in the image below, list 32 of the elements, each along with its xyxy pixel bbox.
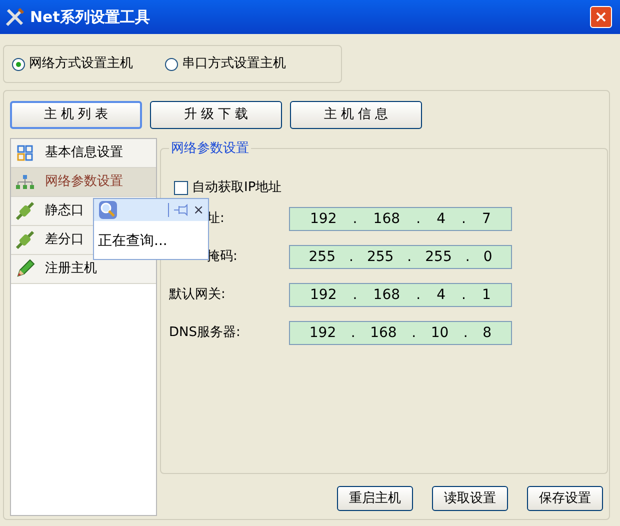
action-button[interactable]: 读取设置 bbox=[432, 486, 508, 511]
field-label: DNS服务器: bbox=[169, 324, 240, 342]
tools-icon bbox=[4, 6, 26, 28]
ip-address-field[interactable]: 192 . 168 . 4 . 7 bbox=[289, 207, 512, 231]
tab-button[interactable]: 升 级 下 载 bbox=[150, 101, 282, 129]
tab-button[interactable]: 主 机 列 表 bbox=[10, 101, 142, 129]
sidebar-item[interactable]: 基本信息设置 bbox=[11, 139, 156, 168]
tab-button[interactable]: 主 机 信 息 bbox=[290, 101, 422, 129]
pin-icon[interactable] bbox=[173, 204, 190, 216]
radio-label: 网络方式设置主机 bbox=[29, 55, 133, 74]
grid-icon bbox=[16, 144, 34, 162]
network-icon bbox=[15, 174, 35, 190]
sidebar-item[interactable]: 网络参数设置 bbox=[11, 168, 156, 197]
radio-button[interactable] bbox=[165, 58, 178, 70]
plug-icon bbox=[14, 200, 36, 222]
close-button[interactable]: × bbox=[193, 204, 204, 216]
ip-address-field[interactable]: 192 . 168 . 10 . 8 bbox=[289, 321, 512, 345]
radio-button[interactable] bbox=[12, 58, 25, 70]
radio-label: 串口方式设置主机 bbox=[182, 55, 286, 74]
ip-address-field[interactable]: 192 . 168 . 4 . 1 bbox=[289, 283, 512, 307]
field-label: 默认网关: bbox=[169, 286, 226, 304]
sidebar-item[interactable]: 注册主机 bbox=[11, 255, 156, 284]
window-title: Net系列设置工具 bbox=[30, 6, 150, 28]
plug-icon bbox=[14, 229, 36, 251]
checkbox[interactable] bbox=[174, 180, 188, 195]
field-label: 掩码: bbox=[207, 248, 238, 266]
action-button[interactable]: 重启主机 bbox=[337, 486, 413, 511]
ip-address-field[interactable]: 255 . 255 . 255 . 0 bbox=[289, 245, 512, 269]
close-button[interactable]: × bbox=[590, 6, 612, 28]
action-button[interactable]: 保存设置 bbox=[527, 486, 603, 511]
checkbox-label: 自动获取IP地址 bbox=[192, 179, 282, 197]
pencil-icon bbox=[14, 258, 36, 280]
